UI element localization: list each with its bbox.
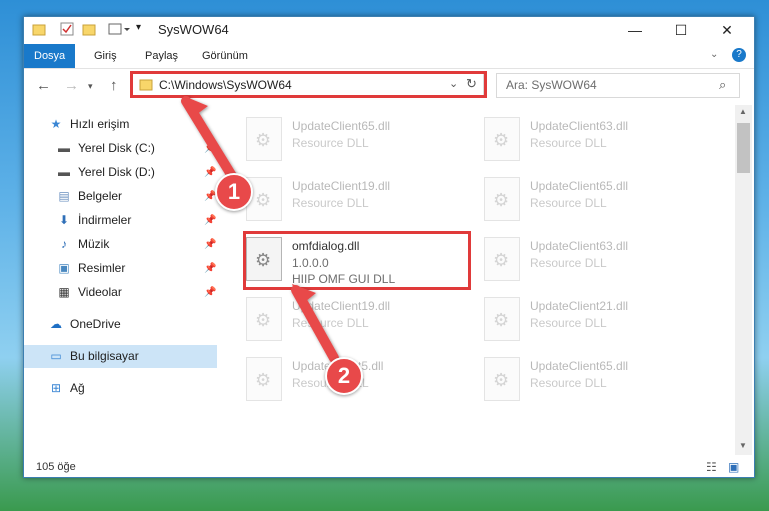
step-badge-2: 2 [325, 357, 363, 395]
arrow-2 [291, 284, 339, 363]
arrow-1 [181, 96, 237, 181]
step-badge-1: 1 [215, 173, 253, 211]
annotation-arrows [181, 96, 339, 363]
